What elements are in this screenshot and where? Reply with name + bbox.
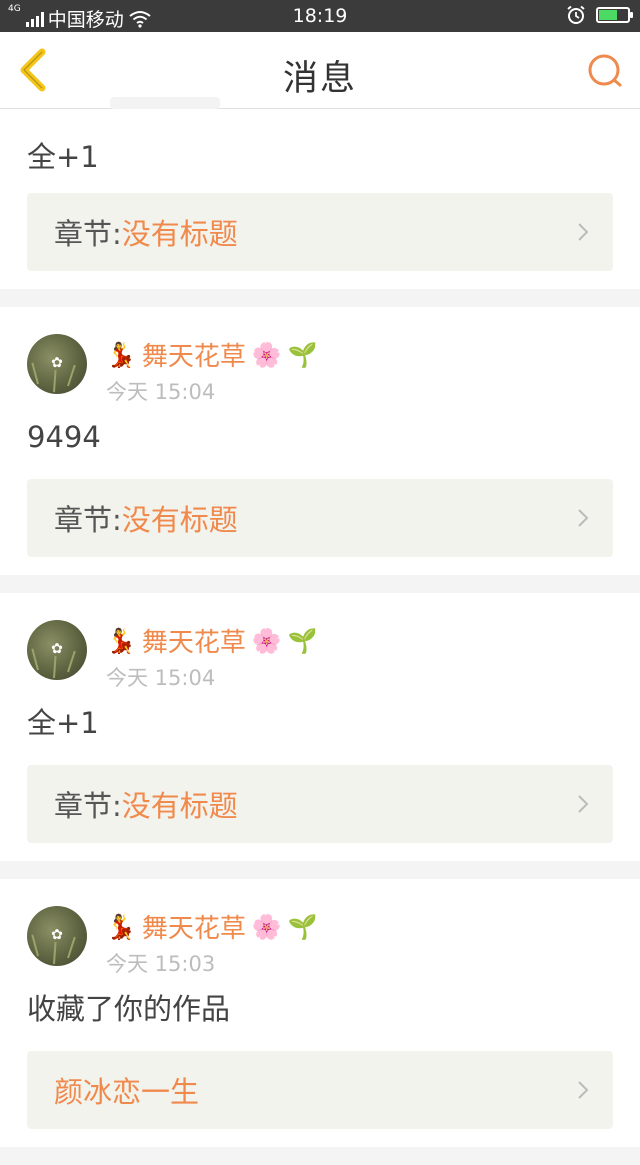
- avatar[interactable]: ✿: [27, 620, 87, 680]
- avatar[interactable]: ✿: [27, 334, 87, 394]
- chapter-link[interactable]: 章节: 没有标题: [27, 479, 613, 557]
- username: 舞天花草: [141, 342, 246, 372]
- timestamp: 今天 15:03: [106, 952, 216, 976]
- work-link[interactable]: 颜冰恋一生: [27, 1051, 613, 1129]
- chevron-right-icon: [578, 1081, 589, 1099]
- chevron-right-icon: [578, 795, 589, 813]
- message-card: ✿ 💃 舞天花草 🌸 🌱 今天 15:03 收藏了你的作品 颜冰恋一生: [0, 879, 640, 1147]
- blossom-emoji: 🌸: [251, 626, 282, 655]
- status-bar: 4G 中国移动 18:19: [0, 0, 640, 32]
- comment-text: 收藏了你的作品: [27, 992, 231, 1026]
- dancer-emoji: 💃: [106, 626, 136, 655]
- seedling-badge-icon: 🌱: [287, 340, 318, 369]
- chapter-label: 章节:: [54, 503, 122, 537]
- blossom-emoji: 🌸: [251, 340, 282, 369]
- dancer-emoji: 💃: [106, 340, 136, 369]
- chapter-link[interactable]: 章节: 没有标题: [27, 193, 613, 271]
- username: 舞天花草: [141, 628, 246, 658]
- comment-text: 全+1: [27, 706, 99, 740]
- timestamp: 今天 15:04: [106, 666, 216, 690]
- page-title: 消息: [282, 59, 357, 99]
- message-feed: 全+1 章节: 没有标题 ✿ 💃 舞天花草 🌸 🌱 今天 15:04 9494 …: [0, 97, 640, 1165]
- chapter-title: 没有标题: [121, 217, 238, 251]
- nav-bar: 消息: [0, 32, 640, 109]
- chevron-right-icon: [578, 509, 589, 527]
- flower-icon: ✿: [51, 641, 63, 657]
- chapter-title: 没有标题: [121, 789, 238, 823]
- username-line[interactable]: 💃 舞天花草 🌸 🌱: [106, 622, 318, 659]
- flower-icon: ✿: [51, 355, 63, 371]
- chapter-link[interactable]: 章节: 没有标题: [27, 765, 613, 843]
- chapter-title: 没有标题: [121, 503, 238, 537]
- username: 舞天花草: [141, 914, 246, 944]
- message-card: ✿ 💃 舞天花草 🌸 🌱 今天 15:04 全+1 章节: 没有标题: [0, 593, 640, 861]
- battery-icon: [596, 7, 633, 23]
- seedling-badge-icon: 🌱: [287, 912, 318, 941]
- chapter-label: 章节:: [54, 789, 122, 823]
- message-card: ✿ 💃 舞天花草 🌸 🌱 今天 15:04 9494 章节: 没有标题: [0, 307, 640, 575]
- username-line[interactable]: 💃 舞天花草 🌸 🌱: [106, 336, 318, 373]
- avatar[interactable]: ✿: [27, 906, 87, 966]
- chapter-label: 章节:: [54, 217, 122, 251]
- comment-text: 全+1: [27, 140, 99, 174]
- message-card: 全+1 章节: 没有标题: [0, 97, 640, 289]
- work-title: 颜冰恋一生: [54, 1075, 200, 1109]
- status-time: 18:19: [292, 5, 348, 27]
- flower-icon: ✿: [51, 927, 63, 943]
- timestamp: 今天 15:04: [106, 380, 216, 404]
- alarm-icon: [567, 5, 585, 24]
- clipped-time: [110, 97, 220, 109]
- search-icon[interactable]: [586, 52, 624, 90]
- chevron-right-icon: [578, 223, 589, 241]
- blossom-emoji: 🌸: [251, 912, 282, 941]
- seedling-badge-icon: 🌱: [287, 626, 318, 655]
- comment-text: 9494: [27, 420, 101, 454]
- dancer-emoji: 💃: [106, 912, 136, 941]
- username-line[interactable]: 💃 舞天花草 🌸 🌱: [106, 908, 318, 945]
